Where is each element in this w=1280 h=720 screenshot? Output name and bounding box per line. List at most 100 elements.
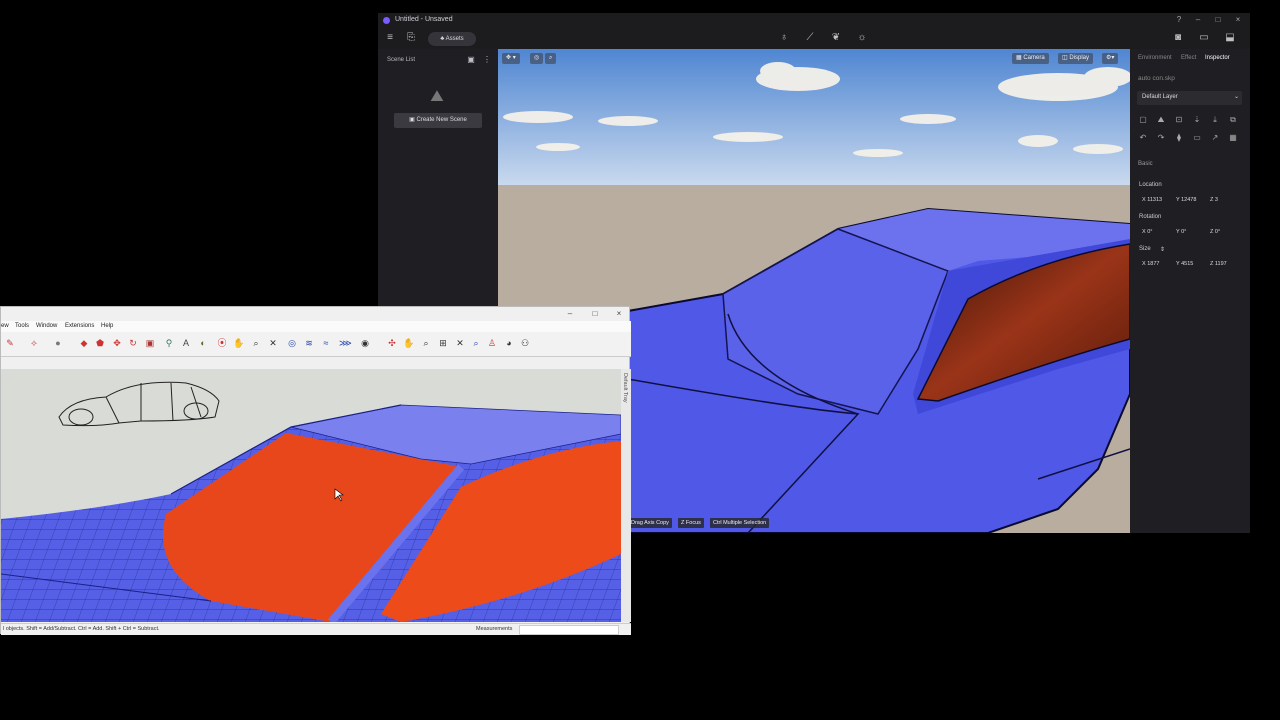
location-x-field[interactable]: X 11313 [1142,195,1162,205]
sketchup-canvas[interactable] [1,369,621,622]
location-y-field[interactable]: Y 12478 [1176,195,1196,205]
size-x-field[interactable]: X 1877 [1142,259,1159,269]
scale-icon[interactable]: ▣ [144,337,156,349]
transform-tool-chip[interactable]: ✥ ▾ [502,53,520,64]
rotation-label: Rotation [1139,214,1162,220]
layers-icon[interactable]: ⧫ [1174,133,1184,142]
zoom-2-icon[interactable]: ⌕ [420,337,432,349]
size-z-field[interactable]: Z 1197 [1210,259,1227,269]
look-around-icon[interactable]: ◕ [503,337,515,349]
import-icon[interactable]: ⎘ [404,32,418,43]
help-icon[interactable]: ? [1173,15,1185,24]
tab-inspector[interactable]: Inspector [1205,55,1230,61]
display-button[interactable]: ◫ Display [1058,53,1094,64]
close-button[interactable]: × [1232,15,1244,24]
zoom-icon[interactable]: ⌕ [250,337,262,349]
zoom-window-icon[interactable]: ⊞ [437,337,449,349]
follow-me-icon[interactable]: ⬟ [94,337,106,349]
pan-icon[interactable]: ✋ [233,337,245,349]
move-icon[interactable]: ✥ [111,337,123,349]
menu-extensions[interactable]: Extensions [65,323,94,329]
more-icon[interactable]: ⋮ [480,55,494,64]
pin-icon[interactable]: ⇣ [1192,115,1202,124]
download-icon[interactable]: ⤓ [1210,115,1220,125]
location-z-field[interactable]: Z 3 [1210,195,1218,205]
close-button[interactable]: × [613,309,625,318]
view-top-icon[interactable]: ≋ [303,337,315,349]
mountain-icon[interactable]: ⛰ [1156,115,1166,125]
create-scene-label: Create New Scene [416,117,467,123]
rotation-y-field[interactable]: Y 0° [1176,227,1186,237]
camera-button[interactable]: ▦ Camera [1012,53,1049,64]
redo-icon[interactable]: ↷ [1156,133,1166,142]
select-icon[interactable]: ▢ [1138,115,1148,124]
car-sketch-thumbnail [58,381,220,427]
add-scene-icon[interactable]: ▣ [464,55,478,64]
paint-icon[interactable]: ⟡ [28,337,40,349]
effects-icon[interactable]: ☼ [855,32,869,43]
tab-environment[interactable]: Environment [1138,55,1172,61]
default-tray[interactable]: Default Tray [621,369,631,622]
tab-effect[interactable]: Effect [1181,55,1196,61]
video-icon[interactable]: ▭ [1197,32,1211,43]
text-icon[interactable]: A [180,337,192,349]
snap-icon[interactable]: ◎ [530,53,544,64]
export-icon[interactable]: ⬓ [1223,32,1237,43]
position-camera-icon[interactable]: ♙ [486,337,498,349]
style-icon[interactable]: ◉ [359,337,371,349]
rotation-x-field[interactable]: X 0° [1142,227,1152,237]
lock-ratio-icon[interactable]: ⇕ [1160,246,1165,253]
maximize-button[interactable]: □ [589,309,601,318]
section-icon[interactable]: ◐ [197,337,209,349]
basic-section-header[interactable]: Basic [1138,161,1153,167]
view-right-icon[interactable]: ⋙ [339,337,352,349]
menu-window[interactable]: Window [36,323,57,329]
camera-capture-icon[interactable]: ◙ [1171,32,1185,43]
ruler-icon[interactable]: ⌕ [545,53,557,64]
minimize-button[interactable]: – [1192,15,1204,24]
grid-icon[interactable]: ▦ [1228,133,1238,142]
orbit-icon[interactable]: ⦿ [216,337,228,349]
hint-drag-axis-copy: Drag Axis Copy [628,518,672,528]
hint-key: Ctrl [713,520,722,526]
light-icon[interactable]: ♁ [777,32,791,43]
tape-icon[interactable]: ⚲ [163,337,175,349]
push-pull-icon[interactable]: ◆ [78,337,90,349]
create-new-scene-button[interactable]: ▣ Create New Scene [394,113,482,128]
focus-icon[interactable]: ⊡ [1174,115,1184,124]
menu-view[interactable]: ew [1,323,9,329]
previous-view-icon[interactable]: ⌕ [470,337,482,349]
rotate-icon[interactable]: ↻ [127,337,139,349]
copy-icon[interactable]: ⧉ [1228,115,1238,125]
pan-2-icon[interactable]: ✋ [403,337,415,349]
path-icon[interactable]: ⟋ [803,32,817,43]
sphere-icon[interactable]: ● [52,337,64,349]
car-model [1,404,621,622]
rotation-z-field[interactable]: Z 0° [1210,227,1220,237]
sketchup-window: – □ × ew Tools Window Extensions Help ✎ … [0,306,631,635]
share-icon[interactable]: ↗ [1210,133,1220,142]
measurements-input[interactable] [519,625,619,635]
undo-icon[interactable]: ↶ [1138,133,1148,142]
render-settings-chip[interactable]: ⚙▾ [1102,53,1119,64]
folder-icon[interactable]: ▭ [1192,133,1202,142]
layer-dropdown[interactable]: Default Layer ⌄ [1137,91,1242,105]
view-front-icon[interactable]: ≈ [320,337,332,349]
maximize-button[interactable]: □ [1212,15,1224,24]
orbit-2-icon[interactable]: ✣ [386,337,398,349]
menu-tools[interactable]: Tools [15,323,29,329]
walk-icon[interactable]: ⚇ [519,337,531,349]
size-y-field[interactable]: Y 4515 [1176,259,1193,269]
zoom-extents-icon[interactable]: ✕ [267,337,279,349]
menu-icon[interactable]: ≡ [383,32,397,43]
size-label: Size [1139,246,1151,252]
assets-button[interactable]: ♣ Assets [428,32,476,46]
menu-help[interactable]: Help [101,323,113,329]
location-label: Location [1139,182,1162,188]
view-iso-icon[interactable]: ◎ [286,337,298,349]
leaf-icon[interactable]: ❦ [829,32,843,43]
zoom-extents-2-icon[interactable]: ✕ [454,337,466,349]
app-logo-icon [383,17,390,24]
pencil-icon[interactable]: ✎ [4,337,16,349]
minimize-button[interactable]: – [564,309,576,318]
